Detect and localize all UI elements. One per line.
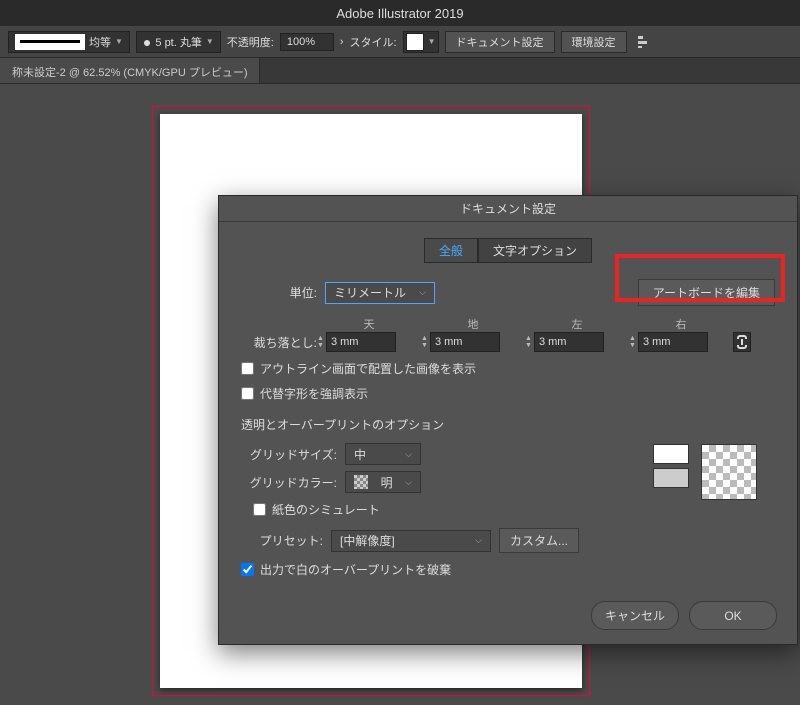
prefs-button[interactable]: 環境設定: [561, 31, 627, 53]
preset-label: プリセット:: [241, 532, 323, 549]
style-swatch: [406, 33, 424, 51]
chevron-down-icon: ▼: [428, 37, 436, 46]
bleed-right-input[interactable]: [638, 332, 708, 352]
bleed-right-label: 右: [629, 316, 733, 332]
app-title-bar: Adobe Illustrator 2019: [0, 0, 800, 26]
bleed-right-field[interactable]: ▲▼: [629, 332, 733, 352]
bleed-bottom-input[interactable]: [430, 332, 500, 352]
dialog-title-bar[interactable]: ドキュメント設定: [219, 196, 797, 222]
align-icon[interactable]: [633, 31, 655, 53]
grid-size-select[interactable]: 中 ⌵: [345, 443, 421, 465]
grid-color-swatch-light[interactable]: [653, 444, 689, 464]
bleed-left-label: 左: [525, 316, 629, 332]
app-title: Adobe Illustrator 2019: [336, 6, 463, 21]
dialog-tabs: 全般 文字オプション: [241, 238, 775, 263]
dialog-title: ドキュメント設定: [460, 200, 556, 217]
units-value: ミリメートル: [334, 284, 406, 301]
show-outline-images-checkbox[interactable]: [241, 362, 254, 375]
bleed-left-field[interactable]: ▲▼: [525, 332, 629, 352]
preset-select[interactable]: [中解像度] ⌵: [331, 530, 491, 552]
units-label: 単位:: [241, 284, 317, 301]
options-bar: 均等 ▼ ● 5 pt. 丸筆 ▼ 不透明度: › スタイル: ▼ ドキュメント…: [0, 26, 800, 58]
chevron-down-icon: ⌵: [405, 449, 412, 460]
doc-tab-label: 称未設定-2 @ 62.52% (CMYK/GPU プレビュー): [12, 67, 247, 79]
grid-color-value: 明: [381, 474, 393, 491]
grid-size-value: 中: [354, 446, 366, 463]
brush-label: 5 pt. 丸筆: [155, 34, 201, 50]
stepper-icon[interactable]: ▲▼: [317, 335, 324, 349]
stepper-icon[interactable]: ▲▼: [525, 335, 532, 349]
chevron-down-icon: ⌵: [405, 477, 412, 488]
opacity-label: 不透明度:: [227, 34, 274, 50]
chevron-down-icon: ▼: [115, 37, 123, 46]
show-outline-images-label: アウトライン画面で配置した画像を表示: [260, 360, 476, 377]
transparency-heading: 透明とオーバープリントのオプション: [241, 416, 775, 433]
style-label: スタイル:: [350, 34, 397, 50]
grid-color-label: グリッドカラー:: [241, 474, 337, 491]
opacity-input[interactable]: [280, 33, 334, 51]
bleed-top-input[interactable]: [326, 332, 396, 352]
chevron-down-icon: ⌵: [419, 287, 426, 298]
stroke-style-label: 均等: [89, 34, 111, 50]
checker-swatch-icon: [354, 475, 368, 489]
brush-dropdown[interactable]: ● 5 pt. 丸筆 ▼: [136, 31, 221, 53]
cancel-button[interactable]: キャンセル: [591, 601, 679, 630]
grid-color-select[interactable]: 明 ⌵: [345, 471, 421, 493]
bleed-label: 裁ち落とし:: [241, 334, 317, 351]
highlight-glyphs-label: 代替字形を強調表示: [260, 385, 368, 402]
stroke-style-dropdown[interactable]: 均等 ▼: [8, 31, 130, 53]
bleed-top-field[interactable]: ▲▼: [317, 332, 421, 352]
style-dropdown[interactable]: ▼: [403, 31, 439, 53]
tab-type[interactable]: 文字オプション: [478, 238, 592, 263]
stepper-icon[interactable]: ▲▼: [629, 335, 636, 349]
transparency-preview: [653, 444, 757, 500]
dot-icon: ●: [143, 34, 151, 50]
stepper-icon[interactable]: ▲▼: [421, 335, 428, 349]
bleed-bottom-label: 地: [421, 316, 525, 332]
preset-value: [中解像度]: [340, 532, 395, 549]
tab-general[interactable]: 全般: [424, 238, 478, 263]
transparency-grid-preview: [701, 444, 757, 500]
grid-size-label: グリッドサイズ:: [241, 446, 337, 463]
chevron-down-icon: ▼: [206, 37, 214, 46]
doc-tabs: 称未設定-2 @ 62.52% (CMYK/GPU プレビュー): [0, 58, 800, 84]
discard-white-op-checkbox[interactable]: [241, 563, 254, 576]
grid-color-swatch-dark[interactable]: [653, 468, 689, 488]
chevron-down-icon: ⌵: [475, 535, 482, 546]
simulate-paper-checkbox[interactable]: [253, 503, 266, 516]
custom-preset-button[interactable]: カスタム...: [499, 528, 579, 553]
document-setup-dialog: ドキュメント設定 全般 文字オプション 単位: ミリメートル ⌵ アートボードを…: [218, 195, 798, 645]
bleed-left-input[interactable]: [534, 332, 604, 352]
doc-setup-button[interactable]: ドキュメント設定: [445, 31, 555, 53]
doc-tab[interactable]: 称未設定-2 @ 62.52% (CMYK/GPU プレビュー): [0, 58, 260, 83]
ok-button[interactable]: OK: [689, 601, 777, 630]
discard-white-op-label: 出力で白のオーバープリントを破棄: [260, 561, 451, 578]
edit-artboards-button[interactable]: アートボードを編集: [638, 279, 775, 306]
simulate-paper-label: 紙色のシミュレート: [272, 501, 380, 518]
link-bleed-icon[interactable]: [733, 332, 751, 352]
chevron-right-icon[interactable]: ›: [340, 36, 344, 48]
highlight-glyphs-checkbox[interactable]: [241, 387, 254, 400]
bleed-top-label: 天: [317, 316, 421, 332]
bleed-bottom-field[interactable]: ▲▼: [421, 332, 525, 352]
units-select[interactable]: ミリメートル ⌵: [325, 282, 435, 304]
